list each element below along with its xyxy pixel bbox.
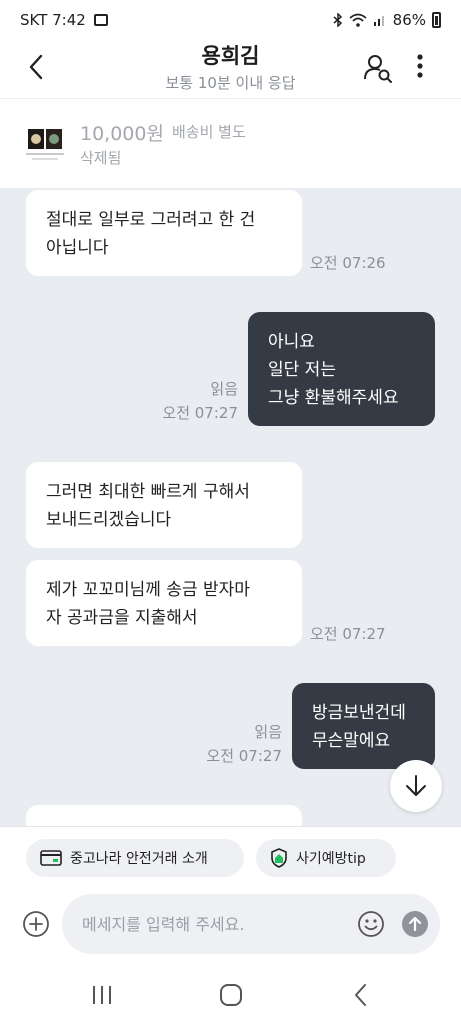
- message-line: 일단 저는: [268, 360, 336, 380]
- read-receipt: 읽음: [254, 723, 282, 741]
- wifi-icon: [349, 13, 367, 27]
- message-line: 자 공과금을 지출해서: [46, 608, 198, 628]
- incoming-message[interactable]: 제가 꼬꼬미님께 송금 받자마 자 공과금을 지출해서: [26, 560, 302, 646]
- home-icon: [220, 984, 242, 1006]
- recents-icon: [93, 986, 111, 1004]
- message-time: 오전 07:27: [310, 625, 386, 643]
- status-bar: SKT 7:42 86%: [0, 0, 461, 40]
- incoming-message[interactable]: 절대로 일부로 그러려고 한 건 아닙니다: [26, 190, 302, 276]
- arrow-down-icon: [406, 775, 426, 796]
- message-time: 오전 07:26: [310, 254, 386, 272]
- gallery-notification-icon: [93, 14, 108, 26]
- message-time: 오전 07:27: [206, 747, 282, 765]
- battery-percent: 86%: [392, 11, 426, 29]
- message-line: 아니요: [268, 332, 315, 352]
- quick-links-bar: 중고나라 안전거래 소개 사기예방tip: [0, 826, 461, 890]
- system-back-button[interactable]: [346, 980, 376, 1010]
- incoming-message[interactable]: 그러면 최대한 빠르게 구해서 보내드리겠습니다: [26, 462, 302, 548]
- message-line: 방금보낸건데: [312, 703, 406, 723]
- product-summary[interactable]: 10,000원 배송비 별도 삭제됨: [0, 98, 461, 188]
- shipping-info: 배송비 별도: [172, 123, 246, 141]
- card-icon: [40, 850, 62, 866]
- message-time: 오전 07:27: [162, 404, 238, 422]
- bluetooth-icon: [333, 13, 342, 27]
- recents-button[interactable]: [87, 980, 117, 1010]
- send-icon: [402, 911, 428, 937]
- system-navigation-bar: [0, 964, 461, 1024]
- message-line: 아닙니다: [46, 238, 109, 258]
- chat-messages[interactable]: 절대로 일부로 그러려고 한 건 아닙니다 오전 07:26 아니요 일단 저는…: [0, 188, 461, 826]
- outgoing-message[interactable]: 아니요 일단 저는 그냥 환불해주세요: [248, 312, 435, 426]
- home-button[interactable]: [216, 980, 246, 1010]
- fraud-prevention-tip-chip[interactable]: 사기예방tip: [256, 839, 396, 877]
- product-thumbnail: [22, 123, 68, 169]
- status-carrier-time: SKT 7:42: [20, 11, 86, 29]
- shield-icon: [271, 848, 287, 868]
- chat-header: 용희김 보통 10분 이내 응답: [0, 40, 461, 98]
- user-search-button[interactable]: [362, 52, 394, 84]
- message-line: 절대로 일부로 그러려고 한 건: [46, 210, 256, 230]
- fraud-prevention-tip-label: 사기예방tip: [296, 851, 366, 867]
- emoji-icon: [358, 911, 384, 937]
- safe-trade-intro-chip[interactable]: 중고나라 안전거래 소개: [26, 839, 244, 877]
- message-line: 그냥 환불해주세요: [268, 388, 399, 408]
- outgoing-message[interactable]: 방금보낸건데 무슨말에요: [292, 683, 435, 769]
- plus-circle-icon: [23, 911, 49, 937]
- more-options-button[interactable]: [410, 52, 430, 82]
- incoming-message[interactable]: [26, 805, 302, 826]
- add-attachment-button[interactable]: [22, 910, 50, 938]
- message-line: 무슨말에요: [312, 731, 391, 751]
- emoji-button[interactable]: [357, 910, 385, 938]
- message-line: 제가 꼬꼬미님께 송금 받자마: [46, 580, 250, 600]
- user-search-icon: [364, 55, 392, 83]
- safe-trade-intro-label: 중고나라 안전거래 소개: [70, 851, 208, 867]
- product-price: 10,000원: [80, 123, 164, 145]
- read-receipt: 읽음: [210, 380, 238, 398]
- scroll-to-bottom-button[interactable]: [390, 760, 442, 812]
- nav-back-icon: [355, 984, 366, 1006]
- message-line: 보내드리겠습니다: [46, 510, 172, 530]
- message-composer: [0, 890, 461, 964]
- signal-icon: [373, 16, 384, 26]
- more-vertical-icon: [417, 54, 423, 78]
- product-status: 삭제됨: [80, 149, 122, 167]
- battery-icon: [432, 12, 441, 28]
- send-button[interactable]: [402, 911, 428, 937]
- message-line: 그러면 최대한 빠르게 구해서: [46, 482, 250, 502]
